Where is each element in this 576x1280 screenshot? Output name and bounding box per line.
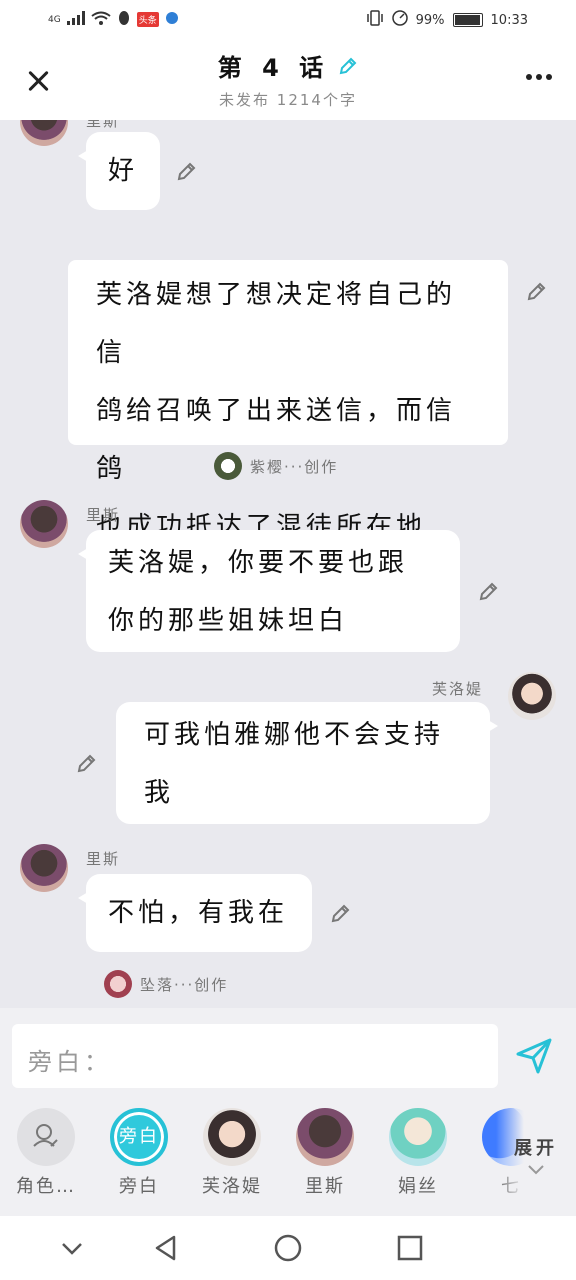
compose-area: 旁白：	[0, 1008, 576, 1104]
chevron-down-icon	[512, 1160, 560, 1181]
message-line: 你的那些姐妹坦白	[108, 606, 349, 636]
narration-line: 鸽给召唤了出来送信，而信鸽	[96, 396, 457, 484]
chapter-title[interactable]: 第 4 话	[218, 54, 329, 82]
message-line: 芙洛媞，你要不要也跟	[108, 548, 409, 578]
message-text: 不怕，有我在	[108, 898, 289, 928]
message-bubble[interactable]: 芙洛媞，你要不要也跟 你的那些姐妹坦白	[78, 530, 460, 652]
creator-name: 紫樱···创作	[250, 457, 339, 476]
qq-icon	[117, 10, 131, 29]
message-bubble[interactable]: 可我怕雅娜他不会支持 我	[116, 702, 498, 824]
narrator-badge-text: 旁白	[119, 1126, 159, 1147]
message-text: 好	[108, 156, 139, 186]
creator-credit: 坠落···创作	[104, 970, 228, 998]
message-line: 我	[144, 778, 175, 808]
browser-icon	[165, 11, 179, 28]
send-icon[interactable]	[514, 1036, 554, 1076]
battery-icon	[452, 13, 483, 27]
character-role-button[interactable]: 角色…	[11, 1108, 81, 1198]
vibrate-icon	[366, 10, 384, 30]
speaker-name: 里斯	[86, 506, 121, 524]
creator-credit: 紫樱···创作	[214, 452, 338, 480]
message-input[interactable]: 旁白：	[12, 1024, 498, 1088]
character-label: 芙洛媞	[202, 1176, 262, 1197]
dot-icon	[536, 74, 542, 80]
chapter-header: 第 4 话 未发布 1214个字	[0, 40, 576, 120]
nav-recent-icon[interactable]	[396, 1234, 424, 1262]
creator-name: 坠落···创作	[140, 975, 229, 994]
character-label: 旁白	[119, 1176, 159, 1197]
edit-title-icon[interactable]	[338, 57, 358, 81]
edit-icon[interactable]	[526, 280, 548, 302]
avatar-juansi	[389, 1108, 447, 1166]
chapter-status: 未发布 1214个字	[219, 91, 357, 109]
edit-icon[interactable]	[478, 580, 500, 602]
narrator-badge: 旁白	[110, 1108, 168, 1166]
edit-icon[interactable]	[76, 752, 98, 774]
nav-back-icon[interactable]	[152, 1234, 180, 1262]
system-nav-bar	[0, 1216, 576, 1280]
avatar-lisi[interactable]	[20, 844, 68, 892]
creator-avatar	[104, 970, 132, 998]
nav-down-icon[interactable]	[58, 1234, 86, 1262]
creator-avatar	[214, 452, 242, 480]
role-icon	[17, 1108, 75, 1166]
more-options-button[interactable]	[526, 74, 552, 80]
expand-label: 展开	[514, 1138, 558, 1159]
avatar-fuluoti	[203, 1108, 261, 1166]
character-narrator-button[interactable]: 旁白 旁白	[104, 1108, 174, 1198]
character-juansi-button[interactable]: 娟丝	[383, 1108, 453, 1198]
message-line: 可我怕雅娜他不会支持	[144, 720, 445, 750]
dot-icon	[546, 74, 552, 80]
narration-line: 芙洛媞想了想决定将自己的信	[96, 280, 457, 368]
speaker-name: 里斯	[86, 120, 121, 130]
battery-percent: 99%	[415, 12, 445, 28]
edit-icon[interactable]	[176, 160, 198, 182]
avatar-lisi	[296, 1108, 354, 1166]
message-bubble[interactable]: 好	[77, 132, 161, 210]
speaker-name: 芙洛媞	[432, 680, 484, 698]
speaker-name: 里斯	[86, 850, 121, 868]
nav-home-icon[interactable]	[274, 1234, 302, 1262]
status-bar: 4G 头条 99% 10:33	[0, 0, 576, 40]
avatar-lisi[interactable]	[20, 500, 68, 548]
message-bubble[interactable]: 不怕，有我在	[78, 874, 312, 952]
edit-icon[interactable]	[330, 902, 352, 924]
character-selector: 角色… 旁白 旁白 芙洛媞 里斯 娟丝 七 展开	[0, 1104, 576, 1216]
character-label: 里斯	[305, 1176, 345, 1197]
avatar-lisi[interactable]	[20, 120, 68, 146]
chat-area[interactable]: 里斯 好 芙洛媞想了想决定将自己的信 鸽给召唤了出来送信，而信鸽 也成功抵达了混…	[0, 120, 576, 1008]
character-label: 娟丝	[398, 1176, 438, 1197]
network-indicator: 4G	[48, 14, 61, 25]
avatar-fuluoti[interactable]	[508, 672, 556, 720]
dot-icon	[526, 74, 532, 80]
character-fuluoti-button[interactable]: 芙洛媞	[197, 1108, 267, 1198]
narration-block[interactable]: 芙洛媞想了想决定将自己的信 鸽给召唤了出来送信，而信鸽 也成功抵达了混徒所在地	[68, 260, 508, 542]
expand-button[interactable]: 展开	[512, 1134, 560, 1181]
wifi-icon	[91, 11, 111, 28]
character-lisi-button[interactable]: 里斯	[290, 1108, 360, 1198]
speed-icon	[391, 10, 408, 30]
character-label: 角色…	[16, 1176, 76, 1197]
signal-icon	[66, 11, 85, 28]
clock: 10:33	[490, 12, 528, 28]
news-app-badge: 头条	[136, 12, 159, 27]
